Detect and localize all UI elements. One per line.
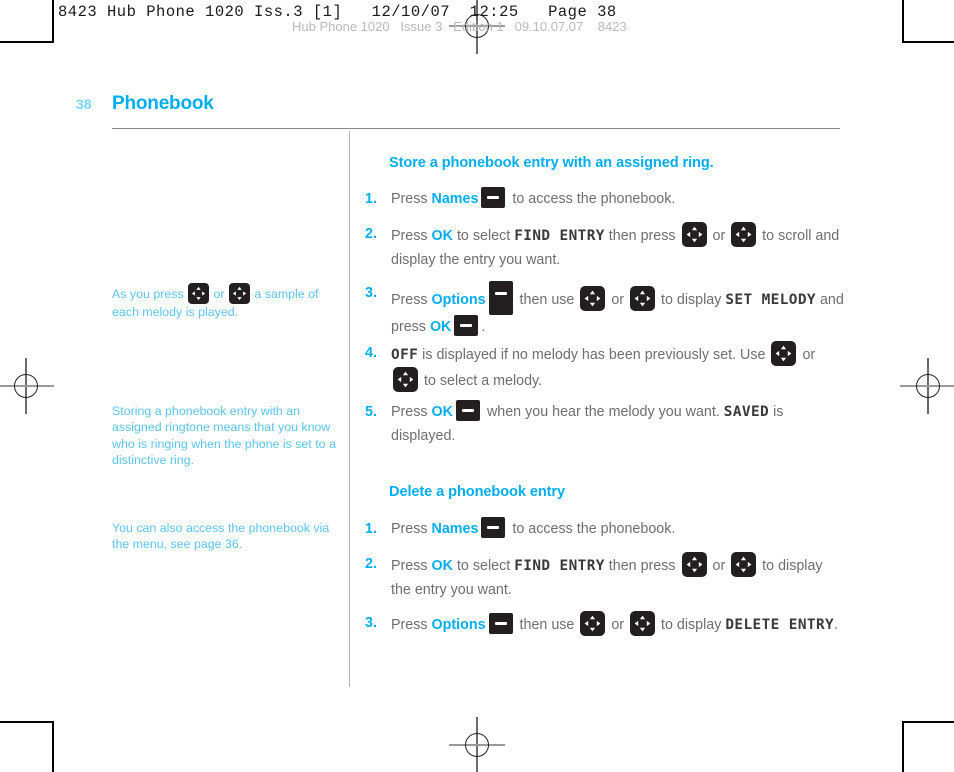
step-text: Press Names to access the phonebook. — [391, 517, 845, 541]
crop-mark-top-right — [902, 0, 954, 43]
key-label: Options — [431, 292, 486, 308]
step-number: 1. — [365, 191, 377, 207]
nav-key-icon — [228, 283, 250, 304]
soft-key-icon — [481, 517, 506, 538]
crop-mark-top-left — [0, 0, 54, 43]
sidebar-note: Storing a phonebook entry with an assign… — [112, 404, 336, 467]
step-text: Press OK when you hear the melody you wa… — [391, 400, 845, 448]
step-item: 3. Press Options then use or to display S… — [365, 281, 845, 339]
step-text: OFF is displayed if no melody has been p… — [391, 341, 845, 393]
key-label: Names — [431, 191, 479, 207]
registration-mark-left — [0, 358, 54, 414]
step-text: Press Options then use or to display SET… — [391, 281, 845, 339]
nav-key-icon — [681, 222, 707, 247]
key-label: OK — [431, 558, 453, 574]
step-number: 2. — [365, 226, 377, 242]
nav-key-icon — [731, 552, 757, 577]
step-text: Press OK to select FIND ENTRY then press… — [391, 222, 845, 272]
soft-key-icon — [488, 613, 513, 634]
nav-key-icon — [630, 611, 656, 636]
step-item: 4. OFF is displayed if no melody has been… — [365, 341, 845, 393]
registration-mark-bottom — [449, 717, 505, 772]
key-label: OK — [429, 319, 452, 335]
step-number: 3. — [365, 285, 377, 301]
key-label: Names — [431, 521, 479, 537]
imposition-slug-faint: Hub Phone 1020 Issue 3 Edition 1 09.10.0… — [292, 19, 627, 34]
key-label: OK — [431, 404, 453, 420]
step-number: 1. — [365, 521, 377, 537]
display-text: FIND ENTRY — [514, 558, 605, 574]
step-item: 1. Press Names to access the phonebook. — [365, 187, 845, 211]
nav-key-icon — [188, 283, 210, 304]
soft-key-icon — [481, 187, 506, 208]
registration-mark-right — [900, 358, 954, 414]
step-item: 5. Press OK when you hear the melody you … — [365, 400, 845, 448]
sidebar-note: You can also access the phonebook via th… — [112, 521, 330, 552]
page-title: Phonebook — [112, 93, 214, 114]
step-number: 4. — [365, 345, 377, 361]
page-number: 38 — [76, 96, 92, 112]
soft-key-icon — [454, 315, 479, 336]
step-number: 2. — [365, 556, 377, 572]
header-divider — [112, 128, 840, 130]
display-text: DELETE ENTRY — [725, 617, 835, 633]
soft-key-icon — [488, 281, 513, 315]
nav-key-icon — [771, 341, 797, 366]
section-heading-delete: Delete a phonebook entry — [389, 484, 566, 500]
step-text: Press Options then use or to display DEL… — [391, 611, 845, 637]
display-text: OFF — [391, 347, 419, 363]
step-number: 5. — [365, 404, 377, 420]
display-text: FIND ENTRY — [514, 228, 605, 244]
nav-key-icon — [580, 286, 606, 311]
step-text: Press OK to select FIND ENTRY then press… — [391, 552, 845, 602]
crop-mark-bottom-left — [0, 721, 54, 772]
step-text: Press Names to access the phonebook. — [391, 187, 845, 211]
nav-key-icon — [681, 552, 707, 577]
soft-key-icon — [455, 400, 480, 421]
step-item: 2. Press OK to select FIND ENTRY then pre… — [365, 552, 845, 602]
key-label: Options — [431, 617, 486, 633]
crop-mark-bottom-right — [902, 721, 954, 772]
key-label: OK — [431, 228, 453, 244]
sidebar-note: As you press or a sample of each melody … — [112, 283, 336, 320]
step-item: 2. Press OK to select FIND ENTRY then pre… — [365, 222, 845, 272]
step-item: 1. Press Names to access the phonebook. — [365, 517, 845, 541]
step-item: 3. Press Options then use or to display D… — [365, 611, 845, 637]
display-text: SET MELODY — [725, 292, 816, 308]
step-number: 3. — [365, 615, 377, 631]
manual-page: 8423 Hub Phone 1020 Iss.3 [1] 12/10/07 1… — [0, 0, 954, 772]
section-heading-store: Store a phonebook entry with an assigned… — [389, 155, 714, 171]
nav-key-icon — [630, 286, 656, 311]
nav-key-icon — [580, 611, 606, 636]
nav-key-icon — [393, 367, 418, 392]
display-text: SAVED — [723, 404, 770, 420]
column-divider — [349, 131, 351, 687]
nav-key-icon — [731, 222, 757, 247]
